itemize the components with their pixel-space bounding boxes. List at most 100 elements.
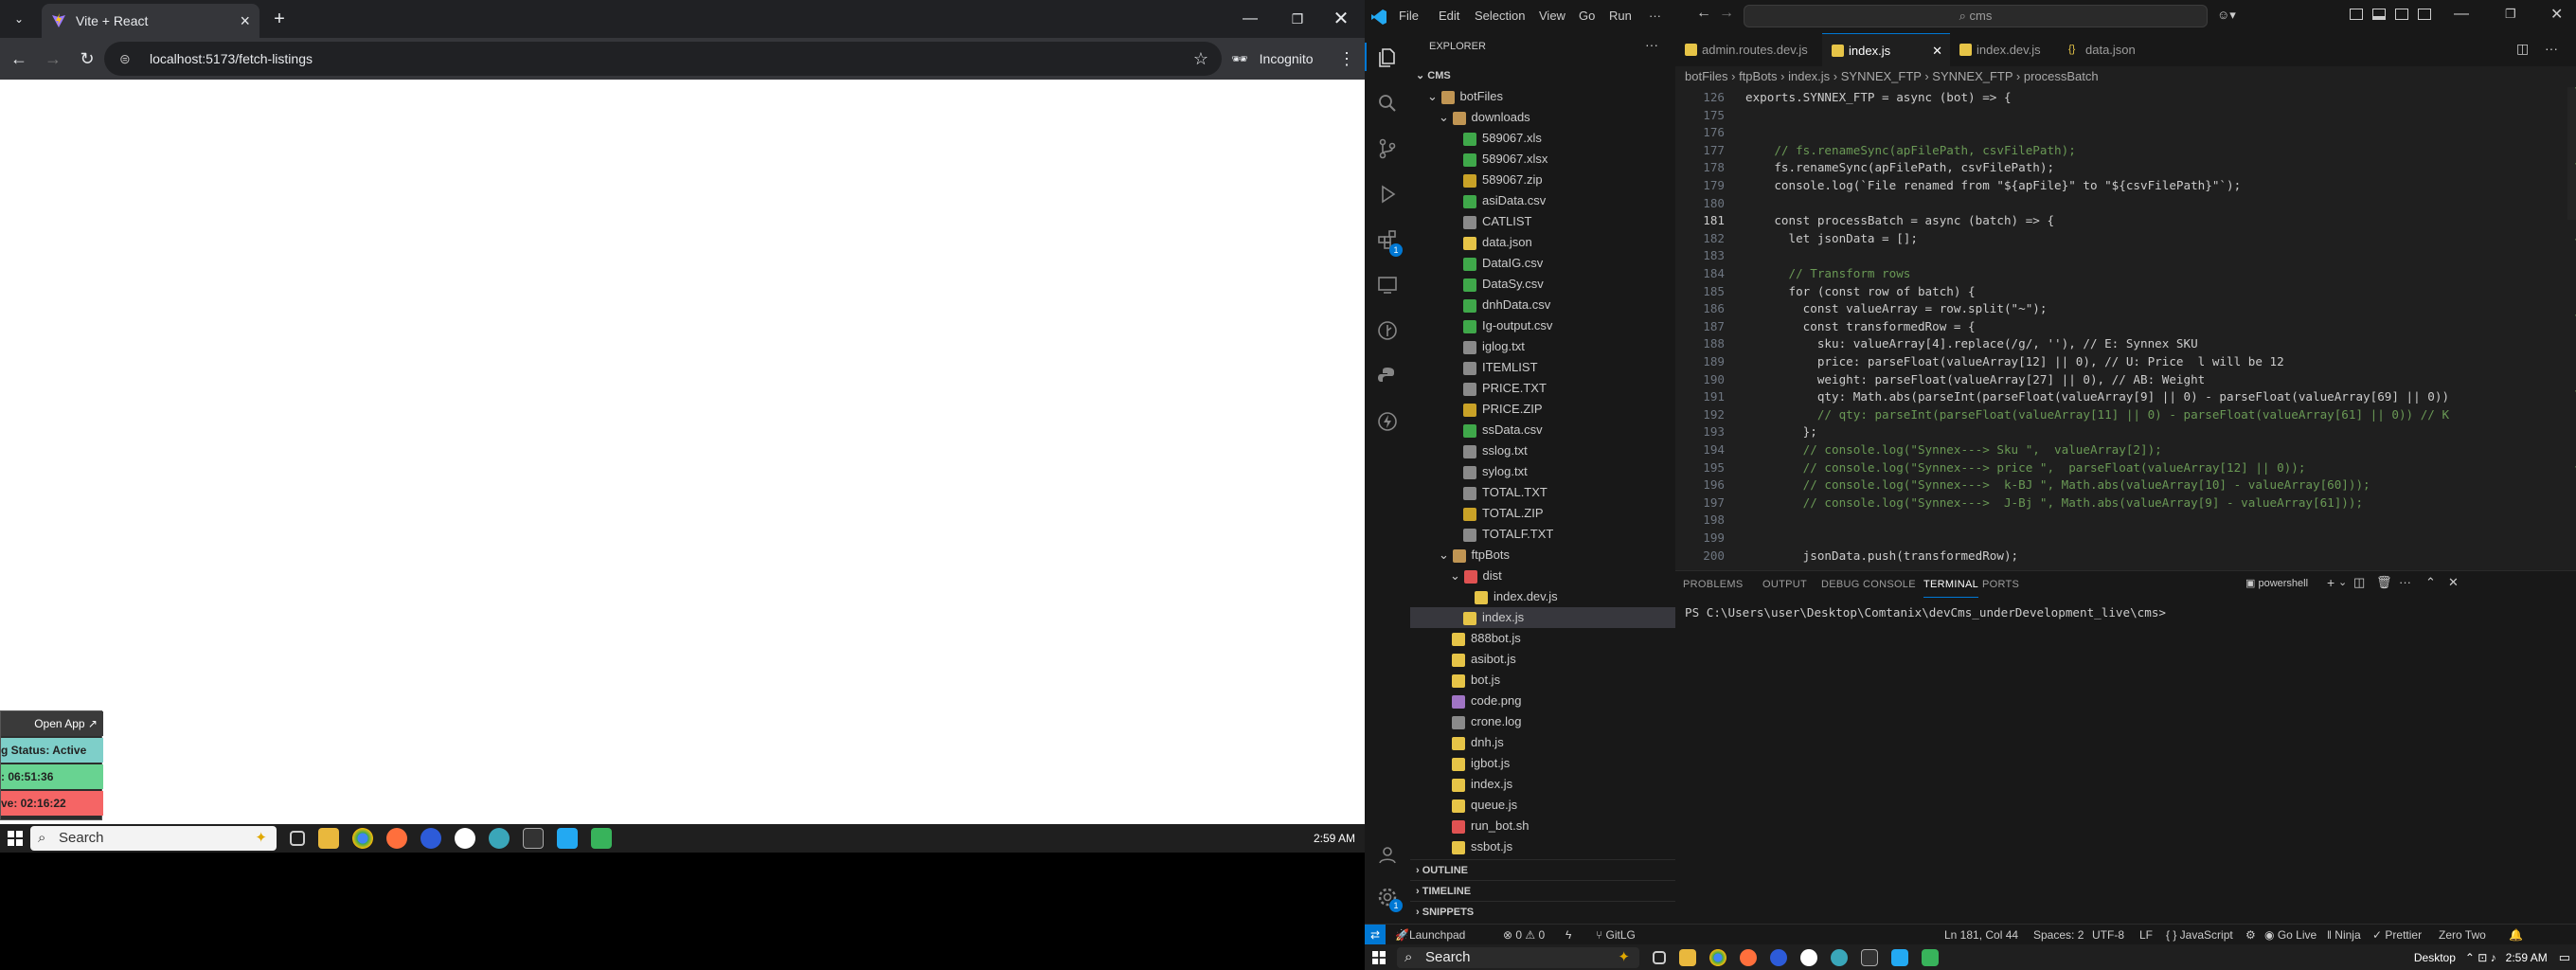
encoding[interactable]: UTF-8 <box>2092 925 2124 945</box>
close-icon[interactable]: ✕ <box>1932 34 1942 67</box>
minimize-button[interactable]: — <box>2454 6 2469 23</box>
file-item[interactable]: code.png <box>1410 691 1675 711</box>
explorer-more-button[interactable]: ··· <box>1645 37 1658 52</box>
file-item[interactable]: index.js <box>1410 774 1675 795</box>
tab-close-button[interactable]: × <box>240 11 250 31</box>
minimize-button[interactable]: — <box>1231 4 1269 34</box>
file-item[interactable]: index.dev.js <box>1410 586 1675 607</box>
file-item[interactable]: ITEMLIST <box>1410 357 1675 378</box>
source-control-icon[interactable] <box>1376 137 1399 160</box>
gitlg-item[interactable]: ⑂ GitLG <box>1596 925 1636 945</box>
command-center[interactable]: ⌕ cms <box>1744 5 2208 27</box>
vscode-taskbar-icon[interactable] <box>1891 948 1908 966</box>
remote-indicator-icon[interactable]: ⇄ <box>1365 925 1386 944</box>
notifications-bell-icon[interactable]: 🔔 <box>2509 925 2523 945</box>
panel-tab-terminal[interactable]: TERMINAL <box>1923 579 1979 598</box>
file-item[interactable]: iglog.txt <box>1410 336 1675 357</box>
app-white-icon[interactable] <box>1800 948 1817 966</box>
search-icon[interactable] <box>1376 92 1399 115</box>
taskbar-clock[interactable]: 2:59 AM <box>1314 832 1355 845</box>
tab-search-chevron-icon[interactable]: ⌄ <box>6 4 32 34</box>
app-dark-icon[interactable] <box>523 828 544 849</box>
prettier-item[interactable]: ✓ Prettier <box>2372 925 2422 945</box>
app-teal-icon[interactable] <box>1831 948 1848 966</box>
panel-tab-problems[interactable]: PROBLEMS <box>1683 579 1744 598</box>
open-app-button[interactable]: Open App ↗ <box>1 711 103 736</box>
file-explorer-icon[interactable] <box>318 828 339 849</box>
lightning-icon[interactable]: ϟ <box>1565 925 1571 945</box>
folder-item[interactable]: ⌄ ftpBots <box>1410 545 1675 566</box>
indentation[interactable]: Spaces: 2 <box>2033 925 2084 945</box>
trash-icon[interactable]: 🗑 <box>2376 575 2392 590</box>
file-item[interactable]: TOTALF.TXT <box>1410 524 1675 545</box>
file-item[interactable]: ssData.csv <box>1410 420 1675 440</box>
menu-run[interactable]: Run <box>1609 9 1632 26</box>
minimap[interactable] <box>2567 87 2576 570</box>
file-item[interactable]: PRICE.TXT <box>1410 378 1675 399</box>
tab-index-dev-js[interactable]: index.dev.js <box>1950 33 2059 66</box>
close-window-button[interactable]: ✕ <box>1322 4 1360 34</box>
restore-button[interactable]: ❐ <box>2505 7 2516 24</box>
menu-view[interactable]: View <box>1539 9 1565 26</box>
taskbar-search-box[interactable]: ⌕ Search ✦ <box>1397 946 1639 968</box>
terminal-shell-selector[interactable]: ▣ powershell <box>2245 577 2308 589</box>
panel-tab-debug-console[interactable]: DEBUG CONSOLE <box>1821 579 1916 598</box>
file-item[interactable]: ssbot.js <box>1410 836 1675 857</box>
tab-index-js[interactable]: index.js ✕ <box>1822 33 1950 66</box>
file-item[interactable]: crone.log <box>1410 711 1675 732</box>
restore-button[interactable]: ❐ <box>1279 4 1316 34</box>
chrome-taskbar-icon[interactable] <box>1709 948 1726 966</box>
app-orange-icon[interactable] <box>386 828 407 849</box>
toggle-sidebar-icon[interactable] <box>2350 9 2363 20</box>
cursor-position[interactable]: Ln 181, Col 44 <box>1944 925 2018 945</box>
toggle-secondary-sidebar-icon[interactable] <box>2395 9 2408 20</box>
feedback-icon[interactable]: ⚙ <box>2245 925 2256 945</box>
split-editor-icon[interactable]: ◫ <box>2516 41 2529 57</box>
menu-more[interactable]: ··· <box>1649 9 1661 26</box>
python-icon[interactable] <box>1376 365 1399 387</box>
app-teal-icon[interactable] <box>489 828 510 849</box>
menu-file[interactable]: File <box>1399 9 1419 26</box>
vscode-taskbar-icon[interactable] <box>557 828 578 849</box>
task-view-icon[interactable] <box>290 831 305 846</box>
taskbar-clock[interactable]: 2:59 AM <box>2506 951 2548 964</box>
file-item[interactable]: 888bot.js <box>1410 628 1675 649</box>
split-terminal-icon[interactable]: ◫ <box>2353 575 2365 590</box>
file-item[interactable]: bot.js <box>1410 670 1675 691</box>
app-green-icon[interactable] <box>1922 948 1939 966</box>
windows-start-icon[interactable] <box>0 824 30 853</box>
chrome-menu-icon[interactable]: ⋮ <box>1335 44 1358 74</box>
file-item[interactable]: run_bot.sh <box>1410 816 1675 836</box>
taskbar-search-box[interactable]: ⌕ Search ✦ <box>30 826 277 851</box>
app-white-icon[interactable] <box>455 828 475 849</box>
forward-arrow-icon[interactable]: → <box>40 44 66 74</box>
file-item[interactable]: asiData.csv <box>1410 190 1675 211</box>
address-bar[interactable]: ⊜ localhost:5173/fetch-listings ☆ <box>104 42 1222 76</box>
panel-tab-output[interactable]: OUTPUT <box>1762 579 1807 598</box>
ninja-item[interactable]: ǁ Ninja <box>2327 925 2361 945</box>
nav-back-icon[interactable]: ← <box>1696 5 1711 22</box>
app-orange-icon[interactable] <box>1740 948 1757 966</box>
file-item[interactable]: sslog.txt <box>1410 440 1675 461</box>
back-arrow-icon[interactable]: ← <box>6 44 32 74</box>
close-panel-icon[interactable]: ✕ <box>2448 575 2459 590</box>
windows-start-icon[interactable] <box>1368 944 1389 970</box>
menu-selection[interactable]: Selection <box>1475 9 1525 26</box>
timeline-section[interactable]: › TIMELINE <box>1410 880 1675 901</box>
terminal-prompt[interactable]: PS C:\Users\user\Desktop\Comtanix\devCms… <box>1685 605 2166 620</box>
menu-edit[interactable]: Edit <box>1439 9 1459 26</box>
tray-icons[interactable]: ⌃ ⊡ ♪ <box>2465 951 2496 964</box>
file-item[interactable]: Ig-output.csv <box>1410 315 1675 336</box>
file-item[interactable]: dnh.js <box>1410 732 1675 753</box>
reload-icon[interactable]: ↻ <box>74 44 100 74</box>
more-actions-icon[interactable]: ··· <box>2399 575 2411 589</box>
file-item[interactable]: CATLIST <box>1410 211 1675 232</box>
chevron-down-icon[interactable]: ⌄ <box>2338 576 2347 588</box>
new-tab-button[interactable]: + <box>265 4 294 34</box>
toggle-panel-icon[interactable] <box>2372 9 2386 20</box>
snippets-section[interactable]: › SNIPPETS <box>1410 901 1675 922</box>
file-item[interactable]: igbot.js <box>1410 753 1675 774</box>
file-item[interactable]: asibot.js <box>1410 649 1675 670</box>
launchpad-item[interactable]: 🚀Launchpad <box>1395 925 1465 945</box>
thunder-client-icon[interactable] <box>1376 410 1399 433</box>
